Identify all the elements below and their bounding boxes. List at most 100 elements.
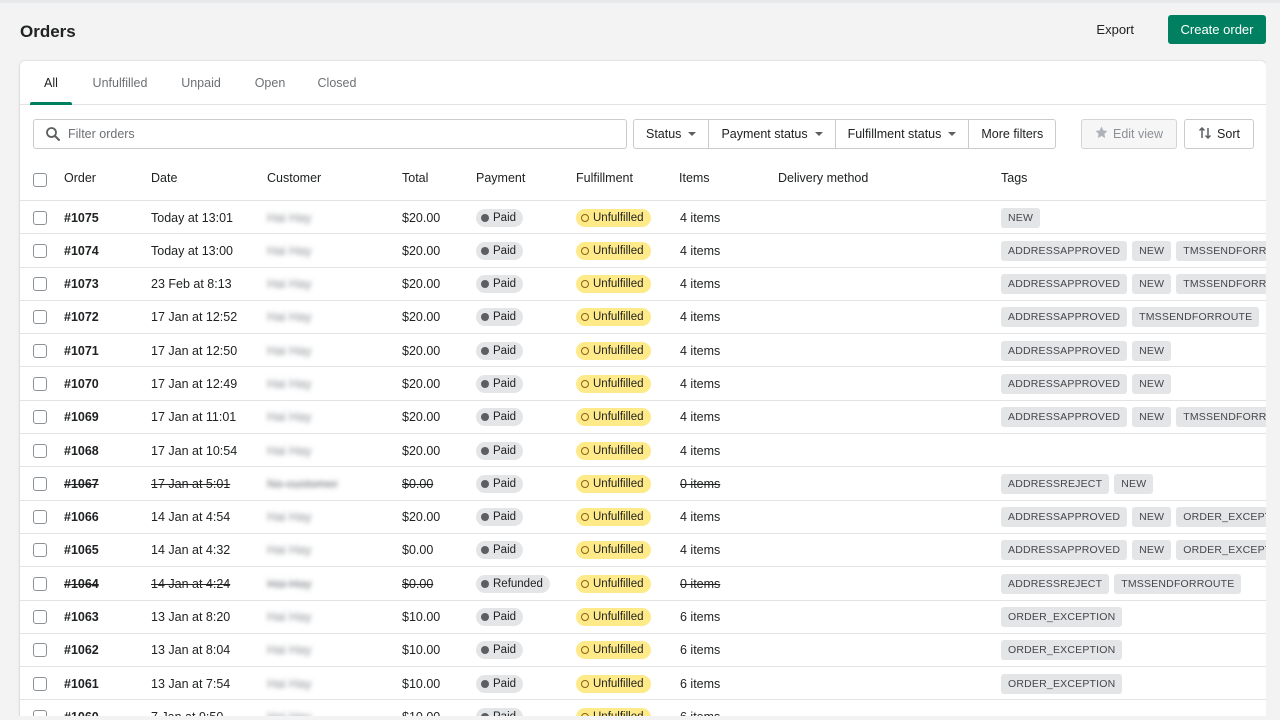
item-count[interactable]: 6 items	[680, 667, 720, 700]
item-count[interactable]: 6 items	[680, 601, 720, 634]
table-row[interactable]: #1066 14 Jan at 4:54 Hai Hay $20.00 Paid…	[20, 501, 1266, 534]
table-row[interactable]: #1063 13 Jan at 8:20 Hai Hay $10.00 Paid…	[20, 601, 1266, 634]
order-number[interactable]: #1071	[64, 334, 99, 367]
more-filters-button[interactable]: More filters	[969, 120, 1055, 148]
table-row[interactable]: #1065 14 Jan at 4:32 Hai Hay $0.00 Paid …	[20, 534, 1266, 567]
row-checkbox[interactable]	[33, 377, 47, 391]
column-header-order[interactable]: Order	[64, 163, 96, 201]
item-count[interactable]: 4 items	[680, 334, 720, 367]
row-checkbox[interactable]	[33, 677, 47, 691]
table-row[interactable]: #1061 13 Jan at 7:54 Hai Hay $10.00 Paid…	[20, 667, 1266, 700]
order-total: $20.00	[402, 334, 440, 367]
item-count[interactable]: 4 items	[680, 268, 720, 301]
row-checkbox[interactable]	[33, 543, 47, 557]
tab-closed[interactable]: Closed	[310, 61, 364, 105]
tags-cell: NEW	[1001, 201, 1040, 234]
table-row[interactable]: #1069 17 Jan at 11:01 Hai Hay $20.00 Pai…	[20, 401, 1266, 434]
create-order-button[interactable]: Create order	[1168, 15, 1266, 44]
order-number[interactable]: #1062	[64, 634, 99, 667]
tab-open[interactable]: Open	[246, 61, 294, 105]
order-number[interactable]: #1061	[64, 667, 99, 700]
payment-cell: Paid	[476, 201, 523, 234]
payment-cell: Paid	[476, 301, 523, 334]
order-number[interactable]: #1063	[64, 601, 99, 634]
row-checkbox[interactable]	[33, 610, 47, 624]
row-checkbox[interactable]	[33, 510, 47, 524]
search-field[interactable]	[33, 119, 627, 149]
column-header-total[interactable]: Total	[402, 163, 428, 201]
payment-status-filter-button[interactable]: Payment status	[709, 120, 835, 148]
item-count[interactable]: 0 items	[680, 467, 720, 500]
tab-unpaid[interactable]: Unpaid	[172, 61, 230, 105]
row-checkbox[interactable]	[33, 344, 47, 358]
tab-all[interactable]: All	[30, 61, 72, 105]
table-row[interactable]: #1067 17 Jan at 5:01 No customer $0.00 P…	[20, 467, 1266, 500]
customer-name: Hai Hay	[267, 434, 311, 467]
table-row[interactable]: #1072 17 Jan at 12:52 Hai Hay $20.00 Pai…	[20, 301, 1266, 334]
order-number[interactable]: #1068	[64, 434, 99, 467]
edit-view-button[interactable]: Edit view	[1081, 119, 1177, 149]
item-count[interactable]: 4 items	[680, 501, 720, 534]
table-row[interactable]: #1064 14 Jan at 4:24 Hai Hay $0.00 Refun…	[20, 567, 1266, 600]
row-checkbox[interactable]	[33, 277, 47, 291]
customer-name: Hai Hay	[267, 534, 311, 567]
table-row[interactable]: #1075 Today at 13:01 Hai Hay $20.00 Paid…	[20, 201, 1266, 234]
row-checkbox[interactable]	[33, 310, 47, 324]
row-checkbox[interactable]	[33, 577, 47, 591]
order-number[interactable]: #1064	[64, 567, 99, 600]
row-checkbox[interactable]	[33, 410, 47, 424]
fulfillment-status-label: Unfulfilled	[593, 678, 644, 690]
table-row[interactable]: #1071 17 Jan at 12:50 Hai Hay $20.00 Pai…	[20, 334, 1266, 367]
item-count[interactable]: 4 items	[680, 534, 720, 567]
order-total: $20.00	[402, 268, 440, 301]
item-count[interactable]: 4 items	[680, 401, 720, 434]
row-checkbox[interactable]	[33, 477, 47, 491]
tags-cell: ORDER_EXCEPTION	[1001, 634, 1122, 667]
order-number[interactable]: #1074	[64, 234, 99, 267]
item-count[interactable]: 6 items	[680, 634, 720, 667]
order-number[interactable]: #1065	[64, 534, 99, 567]
column-header-fulfillment[interactable]: Fulfillment	[576, 163, 633, 201]
item-count[interactable]: 4 items	[680, 201, 720, 234]
row-checkbox[interactable]	[33, 244, 47, 258]
tab-unfulfilled[interactable]: Unfulfilled	[84, 61, 156, 105]
item-count[interactable]: 0 items	[680, 567, 720, 600]
order-number[interactable]: #1072	[64, 301, 99, 334]
status-filter-button[interactable]: Status	[634, 120, 709, 148]
item-count[interactable]: 4 items	[680, 301, 720, 334]
table-row[interactable]: #1073 23 Feb at 8:13 Hai Hay $20.00 Paid…	[20, 268, 1266, 301]
select-all-checkbox[interactable]	[33, 173, 47, 187]
order-number[interactable]: #1075	[64, 201, 99, 234]
order-number[interactable]: #1073	[64, 268, 99, 301]
row-checkbox[interactable]	[33, 444, 47, 458]
column-header-customer[interactable]: Customer	[267, 163, 321, 201]
item-count[interactable]: 4 items	[680, 434, 720, 467]
column-header-delivery-method[interactable]: Delivery method	[778, 163, 868, 201]
column-header-items[interactable]: Items	[679, 163, 710, 201]
row-checkbox-cell	[33, 634, 47, 667]
order-number[interactable]: #1070	[64, 367, 99, 400]
fulfillment-status-filter-button[interactable]: Fulfillment status	[836, 120, 970, 148]
column-header-date[interactable]: Date	[151, 163, 177, 201]
order-number[interactable]: #1069	[64, 401, 99, 434]
item-count[interactable]: 4 items	[680, 367, 720, 400]
row-checkbox[interactable]	[33, 643, 47, 657]
row-checkbox[interactable]	[33, 211, 47, 225]
table-row[interactable]: #1070 17 Jan at 12:49 Hai Hay $20.00 Pai…	[20, 367, 1266, 400]
order-number[interactable]: #1066	[64, 501, 99, 534]
column-header-tags[interactable]: Tags	[1001, 163, 1027, 201]
table-row[interactable]: #1074 Today at 13:00 Hai Hay $20.00 Paid…	[20, 234, 1266, 267]
order-number[interactable]: #1067	[64, 467, 99, 500]
item-count[interactable]: 4 items	[680, 234, 720, 267]
search-input[interactable]	[68, 120, 618, 148]
payment-status-label: Paid	[493, 511, 516, 523]
column-header-payment[interactable]: Payment	[476, 163, 525, 201]
payment-status-label: Paid	[493, 245, 516, 257]
order-tag: ADDRESSAPPROVED	[1001, 540, 1127, 560]
table-row[interactable]: #1068 17 Jan at 10:54 Hai Hay $20.00 Pai…	[20, 434, 1266, 467]
order-date: 17 Jan at 11:01	[151, 401, 236, 434]
export-button[interactable]: Export	[1084, 16, 1146, 44]
sort-button[interactable]: Sort	[1184, 119, 1254, 149]
table-row[interactable]: #1062 13 Jan at 8:04 Hai Hay $10.00 Paid…	[20, 634, 1266, 667]
order-date: 13 Jan at 7:54	[151, 667, 230, 700]
